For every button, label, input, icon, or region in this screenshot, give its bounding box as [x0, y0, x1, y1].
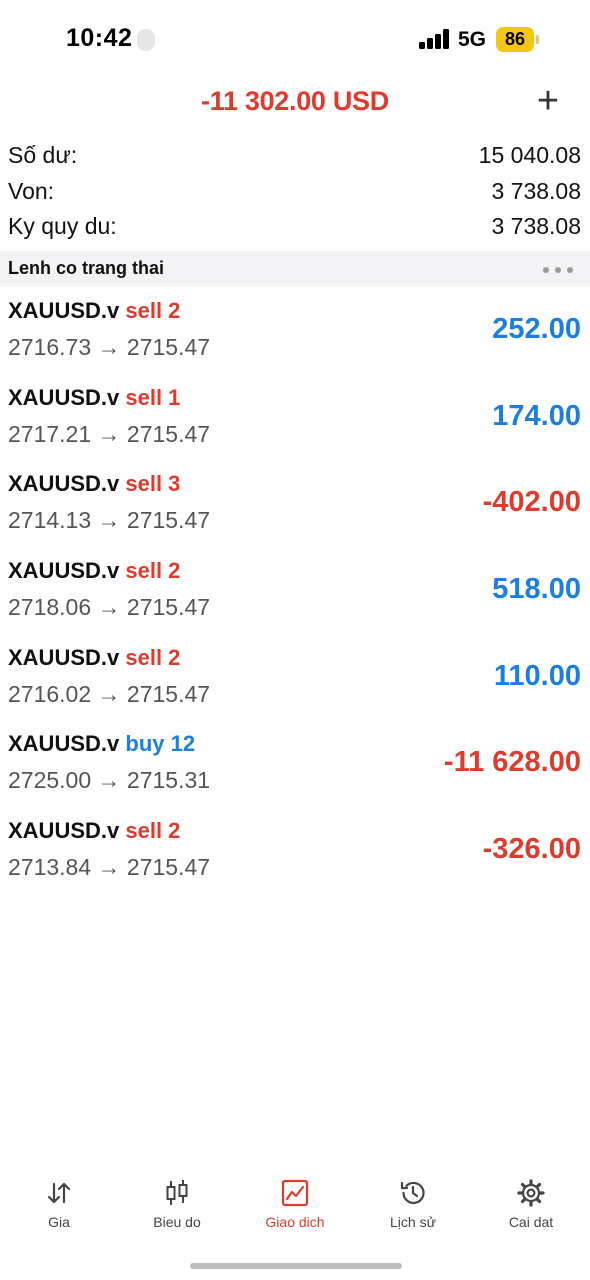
position-row[interactable]: XAUUSD.v sell 1 2717.21 → 2715.47 174.00 [0, 379, 590, 466]
position-side: sell 1 [125, 384, 181, 410]
position-symbol-line: XAUUSD.v sell 2 [8, 645, 180, 671]
position-symbol: XAUUSD.v [8, 644, 120, 670]
position-row[interactable]: XAUUSD.v sell 2 2713.84 → 2715.47 -326.0… [0, 812, 590, 899]
equity-label: Von: [8, 177, 55, 204]
position-symbol: XAUUSD.v [8, 471, 120, 497]
position-side: sell 2 [125, 298, 181, 323]
position-side: sell 2 [125, 558, 181, 584]
tab-trade-label: Giao dich [265, 1214, 325, 1230]
network-type: 5G [458, 28, 487, 51]
trade-screen: 10:42 5G 86 -11 302.00 USD + Số dư: 15 0… [0, 0, 590, 1280]
position-profit: 174.00 [492, 399, 581, 432]
header: -11 302.00 USD + [0, 80, 590, 130]
status-time: 10:42 [66, 24, 133, 52]
position-side: buy 12 [125, 731, 196, 757]
tab-quotes[interactable]: Gia [0, 1170, 118, 1240]
position-symbol: XAUUSD.v [8, 818, 120, 844]
total-profit-loss: -11 302.00 USD [201, 86, 389, 116]
account-summary: Số dư: 15 040.08 Von: 3 738.08 Ky quy du… [0, 140, 590, 247]
position-prices: 2718.06 → 2715.47 [8, 594, 211, 621]
position-prices: 2714.13 → 2715.47 [8, 507, 211, 534]
position-side: sell 2 [125, 644, 181, 670]
equity-value: 3 738.08 [491, 177, 581, 204]
position-profit: -402.00 [482, 486, 581, 519]
summary-row-balance: Số dư: 15 040.08 [0, 140, 590, 176]
position-row[interactable]: XAUUSD.v sell 2 2718.06 → 2715.47 518.00 [0, 552, 590, 639]
position-symbol: XAUUSD.v [8, 298, 120, 323]
balance-value: 15 040.08 [478, 142, 581, 168]
summary-row-free-margin: Ky quy du: 3 738.08 [0, 211, 590, 247]
position-prices: 2716.73 → 2715.47 [8, 334, 211, 360]
summary-row-equity: Von: 3 738.08 [0, 176, 590, 212]
position-side: sell 2 [125, 818, 181, 844]
history-clock-icon [400, 1181, 425, 1205]
positions-list: XAUUSD.v sell 2 2716.73 → 2715.47 252.00… [0, 292, 590, 899]
position-profit: -11 628.00 [443, 746, 581, 779]
open-positions-header: Lenh co trang thai [0, 251, 590, 287]
tab-settings-label: Cai dat [508, 1214, 554, 1230]
position-symbol-line: XAUUSD.v sell 1 [8, 385, 180, 411]
tab-history-label: Lịch sử [390, 1214, 436, 1230]
quotes-arrows-icon [47, 1182, 71, 1204]
battery-tip [536, 35, 539, 44]
position-profit: 252.00 [492, 313, 581, 345]
position-side: sell 3 [125, 471, 181, 497]
settings-gear-icon [517, 1179, 545, 1207]
balance-label: Số dư: [8, 142, 78, 168]
free-margin-label: Ky quy du: [8, 213, 117, 239]
tab-chart-label: Bieu do [153, 1214, 201, 1230]
position-symbol-line: XAUUSD.v sell 2 [8, 558, 180, 584]
position-profit: 110.00 [493, 659, 581, 692]
position-symbol-line: XAUUSD.v sell 2 [8, 298, 180, 324]
position-symbol: XAUUSD.v [8, 731, 120, 757]
tab-history[interactable]: Lịch sử [354, 1170, 472, 1240]
position-row[interactable]: XAUUSD.v sell 2 2716.02 → 2715.47 110.00 [0, 639, 590, 726]
candlestick-chart-icon [166, 1180, 188, 1205]
position-symbol: XAUUSD.v [8, 558, 120, 584]
position-symbol-line: XAUUSD.v buy 12 [8, 731, 195, 757]
position-prices: 2717.21 → 2715.47 [8, 420, 211, 447]
position-profit: -326.00 [482, 833, 581, 866]
tab-trade[interactable]: Giao dich [236, 1170, 354, 1240]
position-row[interactable]: XAUUSD.v sell 2 2716.73 → 2715.47 252.00 [0, 292, 590, 379]
position-profit: 518.00 [492, 573, 581, 606]
position-symbol-line: XAUUSD.v sell 2 [8, 818, 180, 844]
tab-chart[interactable]: Bieu do [118, 1170, 236, 1240]
tab-settings[interactable]: Cai dat [472, 1170, 590, 1240]
free-margin-value: 3 738.08 [491, 213, 581, 239]
more-horizontal-icon[interactable] [543, 267, 573, 273]
position-symbol-line: XAUUSD.v sell 3 [8, 471, 180, 497]
battery-icon: 86 [496, 27, 534, 52]
add-order-button[interactable]: + [532, 82, 564, 120]
home-indicator[interactable] [190, 1263, 402, 1269]
cell-signal-icon [419, 29, 451, 49]
status-indicator-dot [137, 29, 155, 51]
position-row[interactable]: XAUUSD.v sell 3 2714.13 → 2715.47 -402.0… [0, 465, 590, 552]
section-title: Lenh co trang thai [8, 258, 165, 278]
position-prices: 2713.84 → 2715.47 [8, 854, 211, 881]
position-prices: 2716.02 → 2715.47 [8, 680, 211, 707]
tab-quotes-label: Gia [48, 1214, 70, 1230]
position-row[interactable]: XAUUSD.v buy 12 2725.00 → 2715.31 -11 62… [0, 725, 590, 812]
position-symbol: XAUUSD.v [8, 384, 120, 410]
bottom-nav: Gia Bieu do Giao dich Lịch sử Cai dat [0, 1170, 590, 1240]
trade-chart-icon [281, 1179, 309, 1207]
status-bar: 10:42 5G 86 [0, 0, 590, 80]
position-prices: 2725.00 → 2715.31 [8, 767, 211, 794]
